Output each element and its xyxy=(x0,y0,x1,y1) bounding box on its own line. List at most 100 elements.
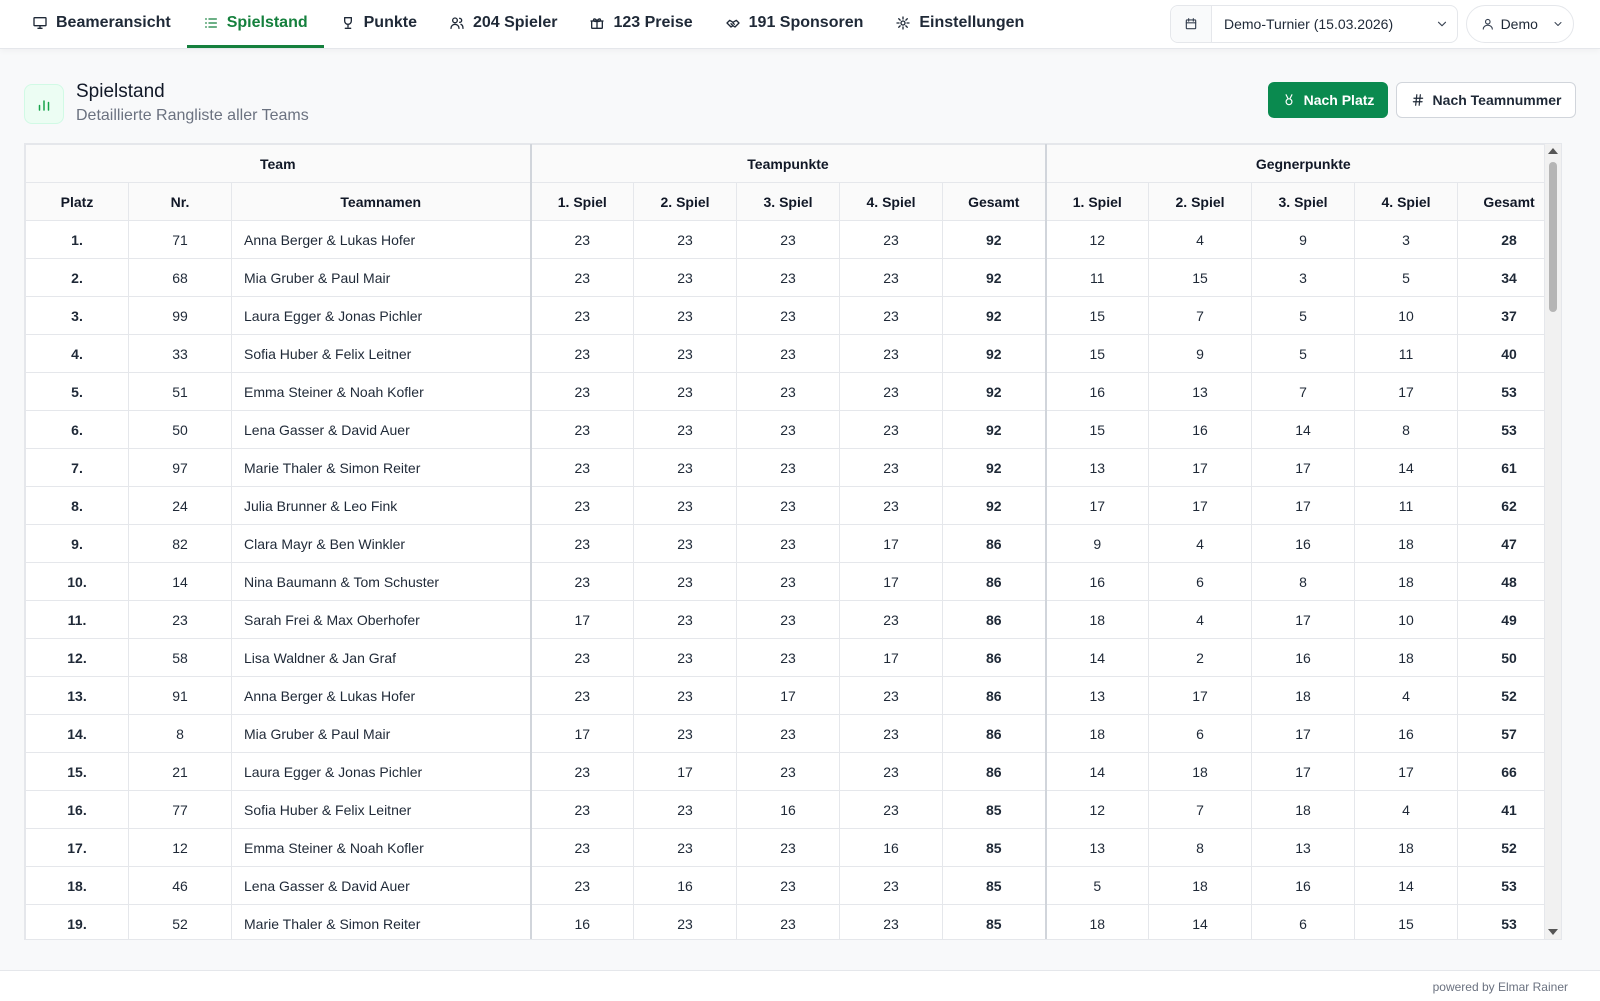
cell-team-game-1: 23 xyxy=(529,562,635,601)
cell-opp-game-4: 17 xyxy=(1354,372,1459,411)
cell-team-game-1: 16 xyxy=(529,904,635,939)
cell-rank: 18. xyxy=(25,866,129,905)
cell-opp-game-2: 7 xyxy=(1148,790,1253,829)
cell-team-total: 92 xyxy=(942,334,1047,373)
cell-opp-game-3: 8 xyxy=(1251,562,1356,601)
scrollbar-thumb[interactable] xyxy=(1549,162,1557,312)
scroll-down-arrow-icon[interactable] xyxy=(1548,929,1558,935)
cell-opp-game-4: 4 xyxy=(1354,676,1459,715)
top-navigation-bar: Beameransicht Spielstand Punkte 204 Spie… xyxy=(0,0,1600,49)
cell-team-game-2: 23 xyxy=(633,410,738,449)
cell-opp-game-1: 18 xyxy=(1044,904,1150,939)
cell-rank: 4. xyxy=(25,334,129,373)
cell-team-total: 92 xyxy=(942,220,1047,259)
page-title: Spielstand xyxy=(76,81,165,102)
cell-team-game-3: 23 xyxy=(736,372,841,411)
cell-team-name: Lisa Waldner & Jan Graf xyxy=(230,638,532,677)
nav-item-punkte[interactable]: Punkte xyxy=(324,0,433,48)
cell-opp-game-2: 4 xyxy=(1148,220,1253,259)
cell-team-number: 97 xyxy=(128,448,232,487)
chevron-down-icon xyxy=(1427,17,1457,31)
cell-team-game-1: 23 xyxy=(529,524,635,563)
column-header-row: Platz Nr. Teamnamen 1. Spiel 2. Spiel 3.… xyxy=(25,182,1561,221)
cell-opp-game-3: 13 xyxy=(1251,828,1356,867)
cell-rank: 10. xyxy=(25,562,129,601)
cell-opp-game-2: 18 xyxy=(1148,752,1253,791)
cell-team-total: 92 xyxy=(942,410,1047,449)
tournament-select-value: Demo-Turnier (15.03.2026) xyxy=(1224,16,1394,32)
col-header-opp-game-1: 1. Spiel xyxy=(1044,182,1150,221)
nav-item-preise[interactable]: 123 Preise xyxy=(573,0,708,48)
cell-rank: 11. xyxy=(25,600,129,639)
cell-opp-game-1: 12 xyxy=(1044,220,1150,259)
cell-opp-game-1: 14 xyxy=(1044,752,1150,791)
cell-team-number: 46 xyxy=(128,866,232,905)
cell-team-name: Marie Thaler & Simon Reiter xyxy=(230,904,532,939)
cell-opp-game-3: 5 xyxy=(1251,334,1356,373)
sort-by-team-number-button[interactable]: Nach Teamnummer xyxy=(1396,82,1576,118)
cell-team-game-1: 23 xyxy=(529,334,635,373)
cell-opp-game-4: 18 xyxy=(1354,524,1459,563)
cell-team-name: Sofia Huber & Felix Leitner xyxy=(230,790,532,829)
cell-team-game-1: 17 xyxy=(529,714,635,753)
nav-item-spielstand[interactable]: Spielstand xyxy=(186,0,324,48)
cell-opp-game-2: 8 xyxy=(1148,828,1253,867)
cell-team-name: Mia Gruber & Paul Mair xyxy=(230,714,532,753)
calendar-button[interactable] xyxy=(1171,6,1212,42)
cell-team-total: 86 xyxy=(942,752,1047,791)
nav-item-beameransicht[interactable]: Beameransicht xyxy=(16,0,187,48)
cell-opp-game-3: 3 xyxy=(1251,258,1356,297)
cell-team-game-1: 23 xyxy=(529,790,635,829)
cell-team-game-2: 17 xyxy=(633,752,738,791)
cell-team-number: 52 xyxy=(128,904,232,939)
cell-team-total: 86 xyxy=(942,562,1047,601)
vertical-scrollbar[interactable] xyxy=(1544,144,1561,939)
cell-team-game-4: 16 xyxy=(839,828,944,867)
cell-team-game-3: 23 xyxy=(736,904,841,939)
cell-team-name: Marie Thaler & Simon Reiter xyxy=(230,448,532,487)
cell-team-game-3: 23 xyxy=(736,524,841,563)
cell-opp-game-3: 16 xyxy=(1251,638,1356,677)
cell-team-game-4: 23 xyxy=(839,486,944,525)
cell-team-game-3: 23 xyxy=(736,714,841,753)
cell-team-number: 91 xyxy=(128,676,232,715)
sort-by-team-number-label: Nach Teamnummer xyxy=(1432,92,1562,108)
cell-opp-game-2: 17 xyxy=(1148,486,1253,525)
nav-item-einstellungen[interactable]: Einstellungen xyxy=(879,0,1040,48)
cell-team-game-4: 23 xyxy=(839,676,944,715)
cell-team-name: Emma Steiner & Noah Kofler xyxy=(230,372,532,411)
scroll-up-arrow-icon[interactable] xyxy=(1548,148,1558,154)
cell-opp-game-3: 17 xyxy=(1251,448,1356,487)
cell-opp-game-2: 18 xyxy=(1148,866,1253,905)
col-header-teamnamen: Teamnamen xyxy=(230,182,532,221)
nav-item-sponsoren[interactable]: 191 Sponsoren xyxy=(709,0,880,48)
cell-team-game-2: 16 xyxy=(633,866,738,905)
cell-opp-game-2: 9 xyxy=(1148,334,1253,373)
cell-team-name: Julia Brunner & Leo Fink xyxy=(230,486,532,525)
cell-team-number: 8 xyxy=(128,714,232,753)
user-menu[interactable]: Demo xyxy=(1466,5,1574,43)
cell-team-number: 14 xyxy=(128,562,232,601)
chevron-down-icon xyxy=(1544,18,1573,30)
table-row: 5. 51 Emma Steiner & Noah Kofler 23 23 23 23 92… xyxy=(25,372,1561,411)
cell-team-game-3: 23 xyxy=(736,296,841,335)
cell-team-game-3: 23 xyxy=(736,220,841,259)
cell-team-game-4: 23 xyxy=(839,410,944,449)
cell-team-name: Lena Gasser & David Auer xyxy=(230,866,532,905)
tournament-select[interactable]: Demo-Turnier (15.03.2026) xyxy=(1170,5,1458,43)
list-icon xyxy=(204,17,217,28)
col-header-opp-game-4: 4. Spiel xyxy=(1354,182,1459,221)
sort-by-place-button[interactable]: Nach Platz xyxy=(1268,82,1388,118)
cell-team-game-1: 23 xyxy=(529,410,635,449)
cell-team-game-4: 17 xyxy=(839,638,944,677)
cell-team-game-3: 23 xyxy=(736,258,841,297)
cell-team-game-2: 23 xyxy=(633,600,738,639)
cell-opp-game-2: 14 xyxy=(1148,904,1253,939)
cell-team-game-4: 23 xyxy=(839,258,944,297)
cell-team-game-4: 23 xyxy=(839,372,944,411)
cell-team-total: 86 xyxy=(942,714,1047,753)
cell-team-game-4: 23 xyxy=(839,448,944,487)
cell-team-game-2: 23 xyxy=(633,486,738,525)
cell-opp-game-1: 13 xyxy=(1044,828,1150,867)
nav-item-spieler[interactable]: 204 Spieler xyxy=(433,0,574,48)
